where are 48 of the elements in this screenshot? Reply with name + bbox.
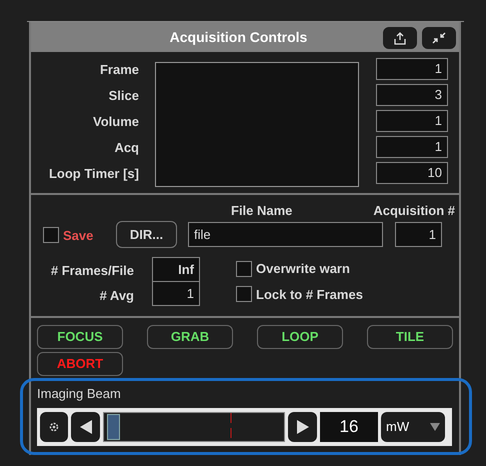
left-arrow-icon	[80, 420, 92, 434]
counter-label: Volume	[93, 113, 139, 130]
panel-title: Acquisition Controls	[168, 28, 308, 47]
file-name-field[interactable]: file	[188, 222, 383, 247]
upload-icon	[393, 32, 407, 44]
beam-title: Imaging Beam	[37, 385, 121, 403]
action-button[interactable]: TILE	[367, 325, 453, 349]
file-name-header: File Name	[231, 202, 292, 220]
save-checkbox[interactable]	[43, 227, 59, 243]
settings-button[interactable]	[40, 412, 68, 442]
dropdown-arrow-icon	[430, 423, 440, 431]
average-label: # Avg	[100, 287, 134, 305]
slider-thumb[interactable]	[107, 414, 120, 440]
decrease-button[interactable]	[71, 412, 100, 442]
power-slider[interactable]	[103, 412, 285, 442]
action-button[interactable]: LOOP	[257, 325, 343, 349]
counter-field[interactable]: 1	[376, 58, 448, 80]
settings-icon	[48, 421, 60, 433]
frames-per-file-field[interactable]: Inf	[152, 257, 200, 282]
average-field[interactable]: 1	[152, 281, 200, 306]
export-button[interactable]	[383, 27, 417, 49]
counter-label: Slice	[108, 87, 139, 104]
counter-label: Loop Timer [s]	[48, 165, 139, 182]
option-label: Lock to # Frames	[256, 286, 363, 304]
acquisition-field[interactable]: 1	[395, 222, 442, 247]
collapse-button[interactable]	[422, 27, 456, 49]
collapse-icon	[432, 32, 446, 44]
counter-field[interactable]: 3	[376, 84, 448, 106]
checkbox[interactable]	[236, 286, 252, 302]
counter-label: Acq	[114, 139, 139, 156]
counter-field[interactable]: 1	[376, 136, 448, 158]
checkbox[interactable]	[236, 260, 252, 277]
unit-dropdown[interactable]: mW	[381, 412, 445, 442]
action-button[interactable]: GRAB	[147, 325, 233, 349]
dir-button[interactable]: DIR...	[116, 221, 177, 248]
counter-field[interactable]: 10	[376, 162, 448, 184]
action-button[interactable]: FOCUS	[37, 325, 123, 349]
option-label: Overwrite warn	[256, 260, 350, 278]
frames-per-file-label: # Frames/File	[50, 262, 134, 280]
counter-field[interactable]: 1	[376, 110, 448, 132]
counter-label: Frame	[100, 61, 139, 78]
action-button[interactable]: ABORT	[37, 352, 123, 376]
right-arrow-icon	[296, 420, 308, 434]
increase-button[interactable]	[288, 412, 317, 442]
acquisition-header: Acquisition #	[373, 202, 455, 220]
marker-line	[230, 413, 232, 441]
save-label: Save	[63, 227, 94, 245]
power-field[interactable]: 16	[320, 412, 378, 442]
